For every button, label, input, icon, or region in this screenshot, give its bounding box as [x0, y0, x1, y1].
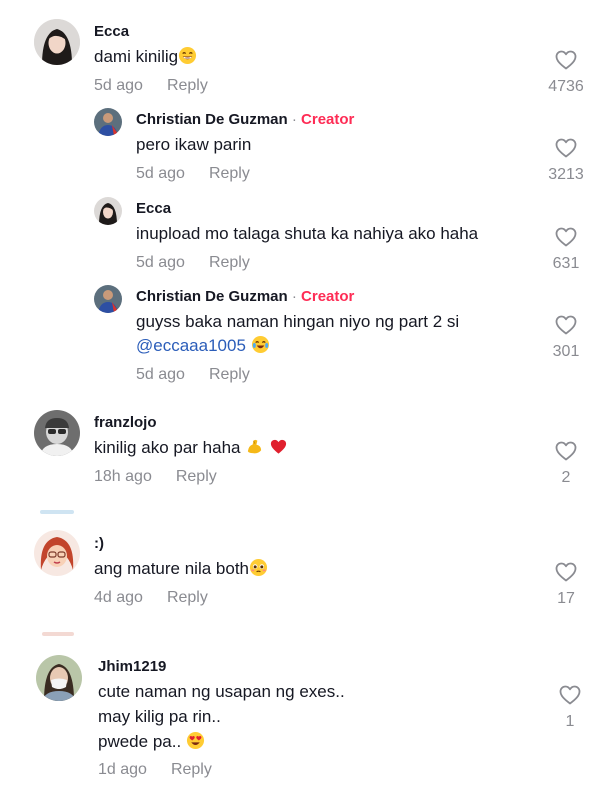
avatar[interactable]: [94, 197, 122, 225]
comment-meta: 4d ago Reply: [94, 589, 208, 607]
comment-time: 4d ago: [94, 589, 143, 606]
comment-text: cute naman ng usapan ng exes..: [98, 682, 345, 701]
avatar[interactable]: [94, 108, 122, 136]
avatar[interactable]: [34, 410, 80, 456]
reply-button[interactable]: Reply: [209, 254, 250, 271]
like-button[interactable]: 2: [543, 439, 589, 487]
red-heart-emoji-icon: [269, 437, 288, 456]
user-mention[interactable]: @eccaaa1005: [136, 336, 246, 355]
comment-meta: 18h ago Reply: [94, 468, 217, 486]
comment-meta: 1d ago Reply: [98, 761, 212, 779]
like-button[interactable]: 301: [543, 313, 589, 361]
like-count: 631: [552, 255, 580, 272]
comment-meta: 5d ago Reply: [94, 77, 208, 95]
comment-time: 5d ago: [94, 77, 143, 94]
heart-outline-icon: [554, 136, 578, 160]
reply-button[interactable]: Reply: [167, 589, 208, 606]
heart-outline-icon: [554, 439, 578, 463]
reply-button[interactable]: Reply: [209, 165, 250, 182]
heart-outline-icon: [554, 560, 578, 584]
comment-username[interactable]: Ecca: [94, 23, 129, 40]
like-button[interactable]: 631: [543, 225, 589, 273]
reply-button[interactable]: Reply: [171, 761, 212, 778]
creator-badge: Creator: [301, 111, 355, 128]
avatar[interactable]: [36, 655, 82, 701]
comment-username[interactable]: Christian De Guzman · Creator: [136, 111, 354, 128]
avatar[interactable]: [34, 19, 80, 65]
comment-meta: 5d ago Reply: [136, 366, 250, 384]
comment-text: may kilig pa rin..: [98, 707, 221, 726]
comment-text: kinilig ako par haha: [94, 436, 288, 460]
heart-outline-icon: [554, 313, 578, 337]
like-count: 301: [552, 343, 580, 360]
tears-of-joy-emoji-icon: [251, 335, 270, 354]
comment-username[interactable]: Jhim1219: [98, 658, 166, 675]
like-button[interactable]: 4736: [543, 48, 589, 96]
comment-meta: 5d ago Reply: [136, 254, 250, 272]
reply-button[interactable]: Reply: [176, 468, 217, 485]
like-count: 3213: [548, 166, 584, 183]
comment-meta: 5d ago Reply: [136, 165, 250, 183]
creator-badge: Creator: [301, 288, 355, 305]
like-button[interactable]: 3213: [543, 136, 589, 184]
like-count: 1: [565, 713, 575, 730]
reply-button[interactable]: Reply: [209, 366, 250, 383]
heart-outline-icon: [554, 48, 578, 72]
flexed-biceps-emoji-icon: [245, 437, 264, 456]
comment-text: pero ikaw parin: [136, 135, 252, 154]
next-item-edge: [40, 510, 74, 514]
laughing-emoji-icon: [178, 46, 197, 65]
comment-text: dami kinilig: [94, 45, 197, 69]
like-button[interactable]: 1: [547, 683, 593, 731]
comment-text: ang mature nila both: [94, 557, 268, 581]
pleading-face-emoji-icon: [249, 558, 268, 577]
avatar[interactable]: [94, 285, 122, 313]
like-count: 2: [561, 469, 571, 486]
like-count: 17: [557, 590, 575, 607]
comment-time: 5d ago: [136, 254, 185, 271]
comment-time: 5d ago: [136, 366, 185, 383]
comment-time: 5d ago: [136, 165, 185, 182]
comment-text: inupload mo talaga shuta ka nahiya ako h…: [136, 224, 479, 243]
reply-button[interactable]: Reply: [167, 77, 208, 94]
comment-time: 1d ago: [98, 761, 147, 778]
comment-username[interactable]: Christian De Guzman · Creator: [136, 288, 354, 305]
comment-username[interactable]: :): [94, 535, 104, 552]
heart-outline-icon: [554, 225, 578, 249]
heart-eyes-emoji-icon: [186, 731, 205, 750]
comment-username[interactable]: franzlojo: [94, 414, 157, 431]
comment-time: 18h ago: [94, 468, 152, 485]
like-button[interactable]: 17: [543, 560, 589, 608]
next-item-edge: [42, 632, 74, 636]
comment-text: pwede pa..: [98, 730, 205, 754]
avatar[interactable]: [34, 530, 80, 576]
comment-text: guyss baka naman hingan niyo ng part 2 s…: [136, 312, 460, 331]
like-count: 4736: [548, 78, 584, 95]
heart-outline-icon: [558, 683, 582, 707]
comment-text: @eccaaa1005: [136, 334, 270, 358]
comment-username[interactable]: Ecca: [136, 200, 171, 217]
